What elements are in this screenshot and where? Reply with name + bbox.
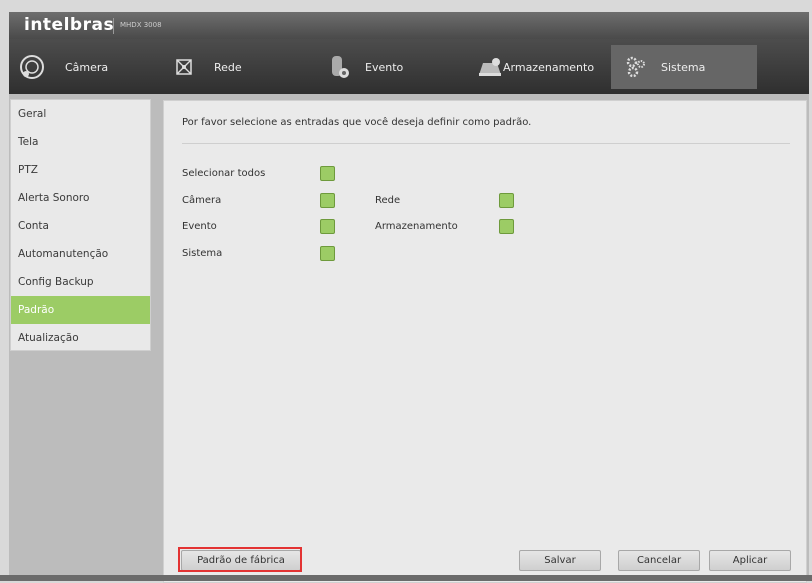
tab-armazenamento-label: Armazenamento	[503, 60, 595, 74]
sidebar-item-automanutencao[interactable]: Automanutenção	[11, 240, 150, 268]
instruction-text: Por favor selecione as entradas que você…	[182, 117, 532, 128]
factory-button-highlight	[178, 547, 302, 572]
bottom-strip	[0, 575, 812, 581]
default-settings-panel: Por favor selecione as entradas que você…	[163, 100, 807, 583]
rede-checkbox[interactable]	[499, 193, 514, 208]
tab-sistema-label: Sistema	[661, 60, 706, 74]
camera-label: Câmera	[182, 195, 222, 206]
gears-icon	[625, 56, 647, 78]
tab-armazenamento[interactable]: Armazenamento	[477, 45, 609, 89]
network-icon	[174, 57, 194, 77]
sidebar-item-atualizacao[interactable]: Atualização	[11, 324, 150, 352]
main-area: Geral Tela PTZ Alerta Sonoro Conta Autom…	[9, 94, 809, 583]
sidebar-item-tela[interactable]: Tela	[11, 128, 150, 156]
armazenamento-checkbox[interactable]	[499, 219, 514, 234]
tab-sistema[interactable]: Sistema	[611, 45, 757, 89]
model-label: MHDX 3008	[120, 21, 162, 29]
logo-divider	[113, 18, 114, 34]
settings-sidebar: Geral Tela PTZ Alerta Sonoro Conta Autom…	[10, 99, 151, 351]
cancel-button[interactable]: Cancelar	[618, 550, 700, 571]
tab-camera-label: Câmera	[65, 60, 109, 74]
storage-icon	[477, 57, 503, 77]
tab-evento-label: Evento	[365, 60, 404, 74]
main-tab-bar: Câmera Rede Evento Armazenamento Sistema	[9, 39, 809, 94]
title-bar: intelbras MHDX 3008	[9, 12, 809, 39]
brand-logo: intelbras	[24, 15, 115, 35]
camera-checkbox[interactable]	[320, 193, 335, 208]
sidebar-item-alerta-sonoro[interactable]: Alerta Sonoro	[11, 184, 150, 212]
sistema-label: Sistema	[182, 248, 223, 259]
tab-evento[interactable]: Evento	[329, 45, 469, 89]
sidebar-item-conta[interactable]: Conta	[11, 212, 150, 240]
evento-label: Evento	[182, 221, 217, 232]
tab-camera[interactable]: Câmera	[19, 45, 159, 89]
save-button[interactable]: Salvar	[519, 550, 601, 571]
sidebar-item-geral[interactable]: Geral	[11, 100, 150, 128]
tab-rede[interactable]: Rede	[174, 45, 314, 89]
app-window: intelbras MHDX 3008 Câmera Rede Evento A…	[9, 12, 809, 583]
sidebar-item-config-backup[interactable]: Config Backup	[11, 268, 150, 296]
event-icon	[329, 55, 351, 79]
sistema-checkbox[interactable]	[320, 246, 335, 261]
sidebar-item-ptz[interactable]: PTZ	[11, 156, 150, 184]
select-all-label: Selecionar todos	[182, 168, 266, 179]
armazenamento-label: Armazenamento	[375, 221, 458, 232]
sidebar-item-padrao[interactable]: Padrão	[11, 296, 150, 324]
tab-rede-label: Rede	[214, 60, 242, 74]
apply-button[interactable]: Aplicar	[709, 550, 791, 571]
divider	[182, 143, 790, 144]
rede-label: Rede	[375, 195, 401, 206]
select-all-checkbox[interactable]	[320, 166, 335, 181]
camera-lens-icon	[19, 54, 45, 80]
evento-checkbox[interactable]	[320, 219, 335, 234]
